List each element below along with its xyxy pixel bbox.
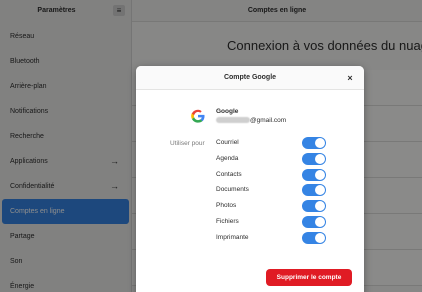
service-label: Contacts: [216, 170, 242, 178]
service-label: Imprimante: [216, 233, 249, 241]
agenda-toggle[interactable]: [302, 152, 326, 165]
service-row-agenda: Agenda: [216, 152, 336, 168]
service-row-photos: Photos: [216, 199, 336, 215]
toggle-knob: [315, 153, 325, 164]
google-account-dialog: Compte Google × Google @gmail.com Utilis…: [136, 66, 364, 292]
toggle-knob: [315, 216, 325, 227]
toggle-knob: [315, 185, 325, 196]
service-row-documents: Documents: [216, 183, 336, 199]
settings-window: Paramètres ≡ Réseau Bluetooth Arrière-pl…: [0, 0, 422, 292]
toggle-knob: [315, 232, 325, 243]
service-row-contacts: Contacts: [216, 168, 336, 184]
dialog-header: Compte Google ×: [136, 66, 364, 90]
dialog-title: Compte Google: [223, 74, 277, 81]
courriel-toggle[interactable]: [302, 137, 326, 149]
service-row-imprimante: Imprimante: [216, 231, 336, 247]
documents-toggle[interactable]: [302, 184, 326, 197]
close-icon[interactable]: ×: [344, 72, 356, 84]
use-for-label: Utiliser pour: [170, 140, 205, 147]
fichiers-toggle[interactable]: [302, 215, 326, 228]
services-list: Courriel Agenda Contacts Documents Photo…: [216, 136, 336, 247]
service-label: Photos: [216, 202, 237, 210]
account-email: @gmail.com: [216, 117, 286, 124]
service-row-fichiers: Fichiers: [216, 215, 336, 231]
toggle-knob: [315, 138, 325, 148]
toggle-knob: [315, 169, 325, 180]
toggle-knob: [315, 201, 325, 212]
service-label: Fichiers: [216, 217, 239, 225]
redacted-email-user: [216, 117, 250, 123]
contacts-toggle[interactable]: [302, 168, 326, 181]
service-label: Documents: [216, 186, 249, 194]
service-label: Courriel: [216, 139, 239, 146]
service-row-courriel: Courriel: [216, 136, 336, 152]
service-label: Agenda: [216, 154, 239, 162]
photos-toggle[interactable]: [302, 200, 326, 213]
imprimante-toggle[interactable]: [302, 231, 326, 244]
account-email-domain: @gmail.com: [250, 117, 287, 124]
account-provider: Google: [216, 108, 239, 115]
remove-account-button[interactable]: Supprimer le compte: [266, 269, 352, 286]
account-info: Google @gmail.com: [190, 104, 360, 130]
google-logo-icon: [191, 109, 205, 123]
